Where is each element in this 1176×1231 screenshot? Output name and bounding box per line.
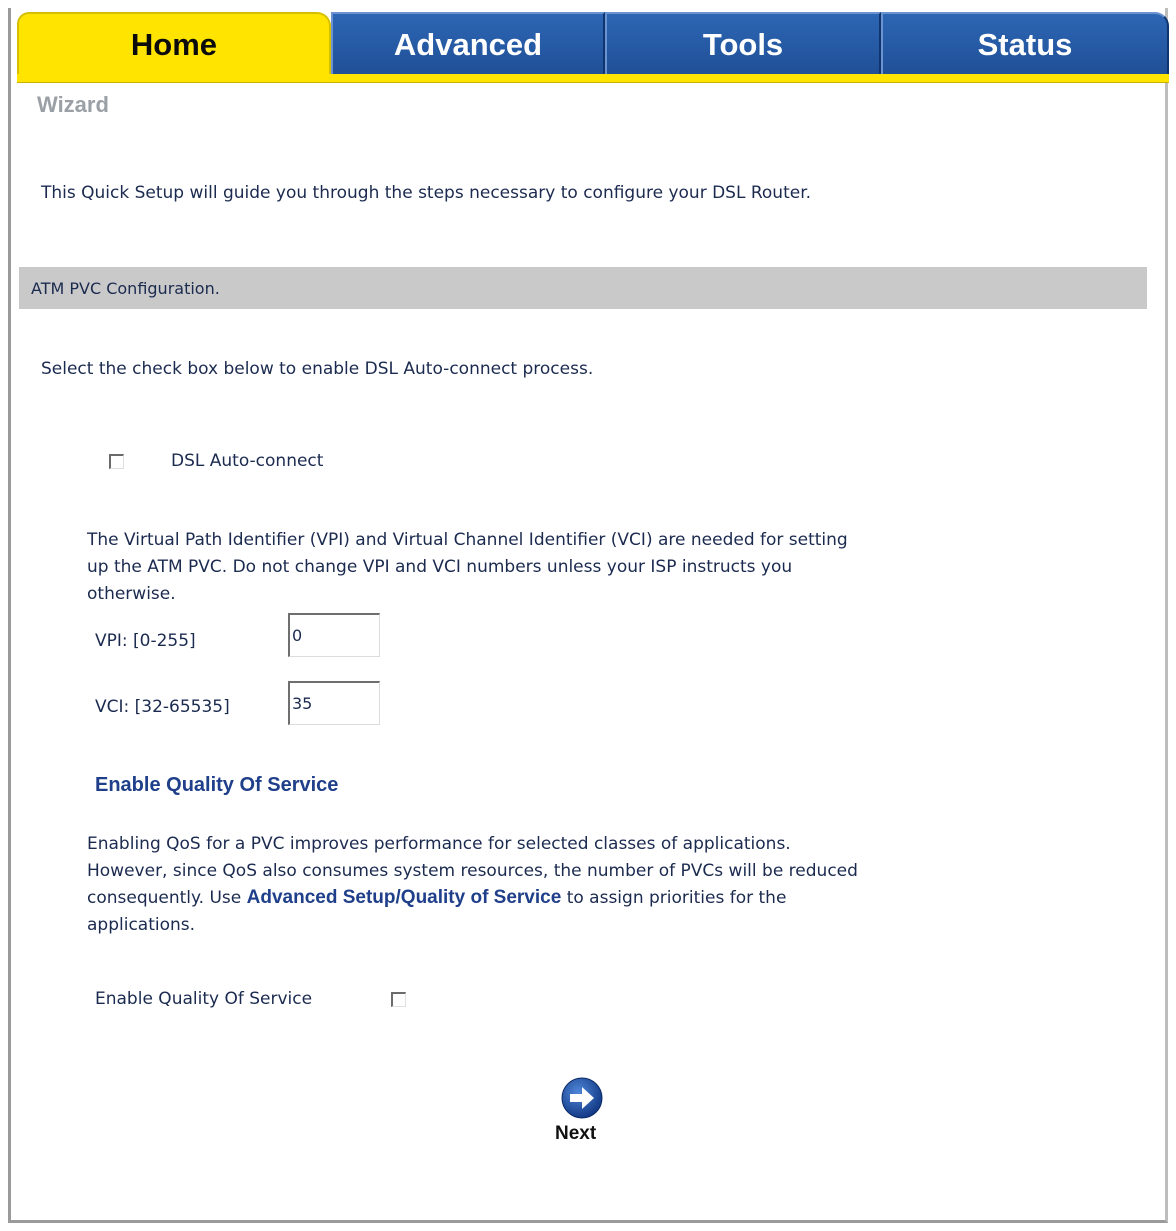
tab-status[interactable]: Status (881, 12, 1169, 76)
tab-advanced[interactable]: Advanced (331, 12, 605, 76)
vpi-vci-description-line-1: The Virtual Path Identifier (VPI) and Vi… (87, 530, 848, 550)
vci-label: VCI: [32-65535] (95, 697, 230, 717)
qos-checkbox[interactable] (391, 992, 406, 1007)
dsl-autoconnect-checkbox[interactable] (109, 454, 124, 469)
tab-tools[interactable]: Tools (605, 12, 881, 76)
next-button[interactable]: Next (551, 1077, 611, 1155)
qos-description-line-3: consequently. Use Advanced Setup/Quality… (87, 885, 786, 911)
vpi-label: VPI: [0-255] (95, 631, 196, 651)
tab-home[interactable]: Home (17, 12, 331, 76)
section-title: ATM PVC Configuration. (31, 279, 220, 298)
dsl-autoconnect-label: DSL Auto-connect (171, 451, 324, 471)
qos-description-line-2: However, since QoS also consumes system … (87, 861, 858, 881)
qos-description-line-4: applications. (87, 915, 196, 935)
vpi-input[interactable] (288, 613, 380, 657)
next-label: Next (555, 1123, 597, 1144)
qos-advanced-setup-link[interactable]: Advanced Setup/Quality of Service (247, 887, 562, 908)
qos-description-suffix: to assign priorities for the (561, 888, 787, 908)
intro-text: This Quick Setup will guide you through … (41, 183, 812, 203)
qos-description-line-1: Enabling QoS for a PVC improves performa… (87, 834, 791, 854)
tab-underline (17, 74, 1169, 83)
vpi-vci-description-line-2: up the ATM PVC. Do not change VPI and VC… (87, 557, 793, 577)
vci-input[interactable] (288, 681, 380, 725)
main-tab-bar: Home Advanced Tools Status (11, 8, 1169, 83)
qos-heading: Enable Quality Of Service (95, 774, 339, 796)
autoconnect-instruction: Select the check box below to enable DSL… (41, 359, 594, 379)
arrow-right-circle-icon (561, 1077, 603, 1119)
qos-description-prefix: consequently. Use (87, 888, 247, 908)
qos-checkbox-label: Enable Quality Of Service (95, 989, 313, 1009)
section-header-bar: ATM PVC Configuration. (19, 267, 1147, 309)
vpi-vci-description-line-3: otherwise. (87, 584, 176, 604)
page-title: Wizard (37, 92, 109, 117)
page-frame: Home Advanced Tools Status Wizard This Q… (8, 8, 1169, 1223)
